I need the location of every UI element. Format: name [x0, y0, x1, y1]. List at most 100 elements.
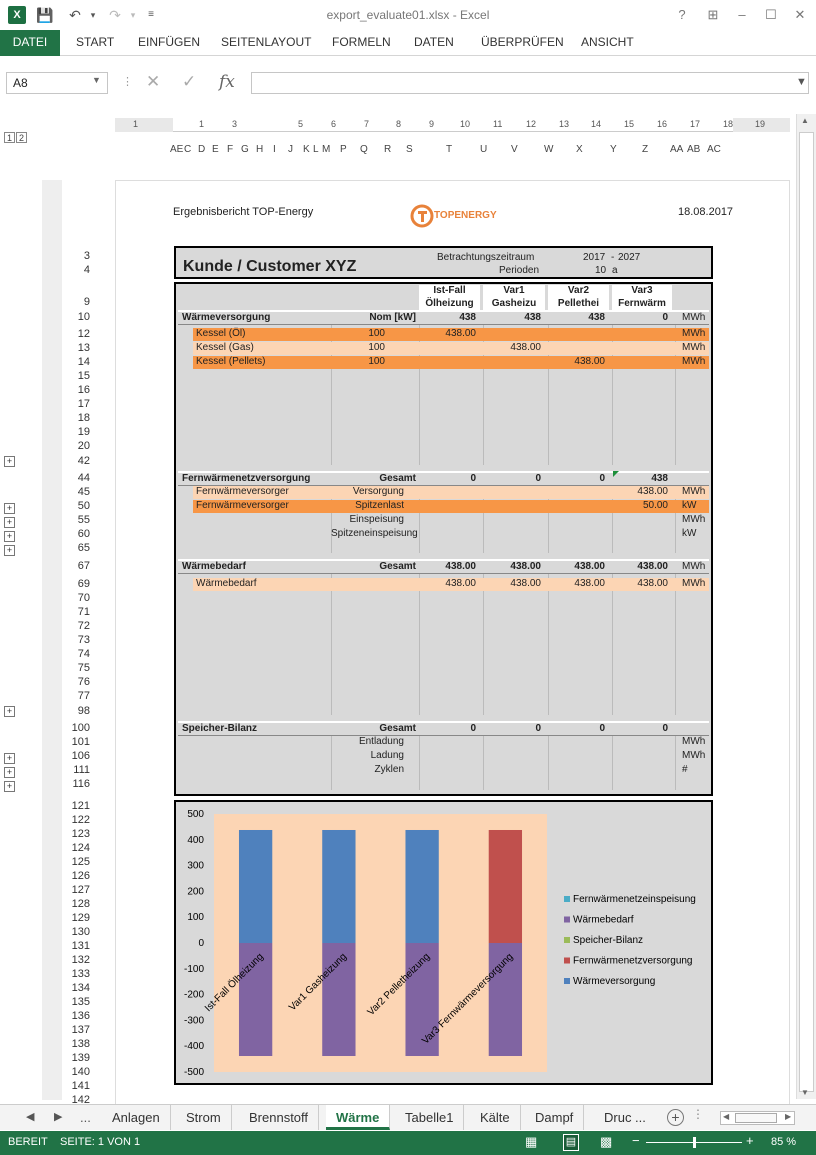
column-header[interactable]: P [340, 144, 347, 155]
row-header[interactable]: 74 [78, 648, 90, 660]
row-header[interactable]: 122 [72, 814, 90, 826]
tab-einfuegen[interactable]: EINFÜGEN [132, 30, 206, 56]
row-header[interactable]: 128 [72, 898, 90, 910]
row-header[interactable]: 124 [72, 842, 90, 854]
row-value[interactable]: 438.00 [612, 486, 668, 497]
row-header[interactable]: 13 [78, 342, 90, 354]
tab-daten[interactable]: DATEN [408, 30, 460, 56]
normal-view-icon[interactable]: ▦ [525, 1134, 537, 1150]
column-header[interactable]: W [544, 144, 553, 155]
row-header[interactable]: 130 [72, 926, 90, 938]
zoom-level[interactable]: 85 % [771, 1136, 796, 1148]
row-header[interactable]: 98 [78, 705, 90, 717]
close-button[interactable]: ✕ [790, 6, 810, 24]
page-layout-view-icon[interactable]: ▤ [563, 1134, 579, 1151]
ribbon-display-icon[interactable]: ⊞ [703, 6, 723, 24]
row-header[interactable]: 134 [72, 982, 90, 994]
minimize-button[interactable]: – [732, 6, 752, 24]
column-header[interactable]: I [273, 144, 276, 155]
row-header[interactable]: 9 [84, 296, 90, 308]
row-header[interactable]: 67 [78, 560, 90, 572]
row-header[interactable]: 135 [72, 996, 90, 1008]
row-header[interactable]: 132 [72, 954, 90, 966]
row-header[interactable]: 69 [78, 578, 90, 590]
scroll-down-icon[interactable]: ▼ [801, 1088, 809, 1097]
row-header[interactable]: 65 [78, 542, 90, 554]
column-header[interactable]: AA [670, 144, 683, 155]
horizontal-scrollbar[interactable]: ◀ ▶ [720, 1111, 795, 1125]
scrollbar-thumb[interactable] [799, 132, 814, 1092]
column-header[interactable]: Q [360, 144, 368, 155]
stacked-bar-chart[interactable]: 5004003002001000-100-200-300-400-500Ist-… [176, 802, 711, 1083]
expand-group-button[interactable]: + [4, 545, 15, 556]
more-sheets-button[interactable]: ... [80, 1105, 91, 1130]
row-header[interactable]: 125 [72, 856, 90, 868]
row-header[interactable]: 42 [78, 455, 90, 467]
sheet-tab-brennstoff[interactable]: Brennstoff [239, 1105, 320, 1130]
prev-sheet-icon[interactable]: ◀ [26, 1105, 34, 1130]
row-header[interactable]: 50 [78, 500, 90, 512]
row-header[interactable]: 101 [72, 736, 90, 748]
row-header[interactable]: 16 [78, 384, 90, 396]
row-header[interactable]: 111 [73, 764, 90, 776]
tab-ueberpruefen[interactable]: ÜBERPRÜFEN [475, 30, 570, 56]
expand-group-button[interactable]: + [4, 781, 15, 792]
row-header[interactable]: 77 [78, 690, 90, 702]
expand-formula-bar-icon[interactable]: ▼ [796, 76, 807, 88]
row-value[interactable]: 50.00 [612, 500, 668, 511]
row-header[interactable]: 139 [72, 1052, 90, 1064]
row-header[interactable]: 121 [72, 800, 90, 812]
scroll-up-icon[interactable]: ▲ [801, 116, 809, 125]
row-header[interactable]: 18 [78, 412, 90, 424]
tab-ansicht[interactable]: ANSICHT [575, 30, 640, 56]
restore-button[interactable]: ☐ [761, 6, 781, 24]
row-header[interactable]: 60 [78, 528, 90, 540]
row-header[interactable]: 44 [78, 472, 90, 484]
sheet-tab-kaelte[interactable]: Kälte [470, 1105, 521, 1130]
row-header[interactable]: 137 [72, 1024, 90, 1036]
row-header[interactable]: 129 [72, 912, 90, 924]
row-value[interactable]: 438.00 [548, 356, 605, 367]
row-header[interactable]: 127 [72, 884, 90, 896]
row-header[interactable]: 3 [84, 250, 90, 262]
row-header[interactable]: 133 [72, 968, 90, 980]
column-header[interactable]: S [406, 144, 413, 155]
sheet-tab-tabelle1[interactable]: Tabelle1 [395, 1105, 465, 1130]
expand-group-button[interactable]: + [4, 767, 15, 778]
row-value[interactable]: 438.00 [419, 578, 476, 589]
page-break-view-icon[interactable]: ▩ [600, 1134, 612, 1150]
expand-group-button[interactable]: + [4, 531, 15, 542]
row-header[interactable]: 15 [78, 370, 90, 382]
column-header[interactable]: AB [687, 144, 700, 155]
column-header[interactable]: X [576, 144, 583, 155]
row-header[interactable]: 20 [78, 440, 90, 452]
row-header[interactable]: 19 [78, 426, 90, 438]
zoom-in-button[interactable]: + [746, 1133, 754, 1148]
row-header[interactable]: 17 [78, 398, 90, 410]
tab-formeln[interactable]: FORMELN [326, 30, 397, 56]
column-header[interactable]: E [212, 144, 219, 155]
row-header[interactable]: 70 [78, 592, 90, 604]
row-header[interactable]: 141 [72, 1080, 90, 1092]
row-header[interactable]: 106 [72, 750, 90, 762]
name-box-dropdown-icon[interactable]: ▼ [92, 75, 101, 85]
row-header[interactable]: 123 [72, 828, 90, 840]
insert-function-button[interactable]: fx [219, 72, 235, 94]
expand-group-button[interactable]: + [4, 753, 15, 764]
expand-group-button[interactable]: + [4, 456, 15, 467]
row-header[interactable]: 4 [84, 264, 90, 276]
row-header[interactable]: 14 [78, 356, 90, 368]
scroll-left-icon[interactable]: ◀ [723, 1112, 729, 1121]
row-header[interactable]: 75 [78, 662, 90, 674]
row-value[interactable]: 438.00 [483, 342, 541, 353]
outline-level-1-button[interactable]: 1 [4, 132, 15, 143]
row-header[interactable]: 126 [72, 870, 90, 882]
expand-group-button[interactable]: + [4, 503, 15, 514]
column-header[interactable]: J [288, 144, 293, 155]
column-header[interactable]: F [227, 144, 233, 155]
column-header[interactable]: M [322, 144, 330, 155]
column-header[interactable]: L [313, 144, 319, 155]
row-header[interactable]: 10 [78, 311, 90, 323]
row-header[interactable]: 55 [78, 514, 90, 526]
enter-icon[interactable]: ✓ [182, 72, 196, 94]
